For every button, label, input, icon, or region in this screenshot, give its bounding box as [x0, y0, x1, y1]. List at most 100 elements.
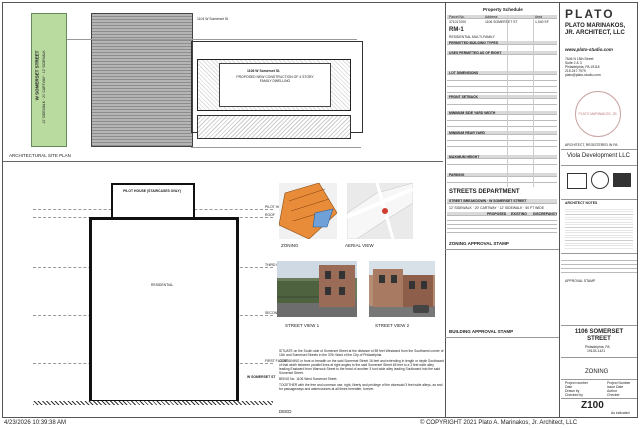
street-col-existing: EXISTING [511, 212, 527, 216]
zoning-map [279, 183, 337, 239]
site-plan: W SOMERSET STREET 12' SIDEWALK · 20' CAR… [7, 11, 405, 153]
partner-seal-icon [591, 171, 609, 189]
firm-address-5: plato@plato-studio.com [565, 73, 601, 77]
divider-building-stamp [445, 337, 559, 338]
section-rear-yard-label: MINIMUM REAR YARD [449, 131, 485, 135]
street-dims: 12' SIDEWALK · 20' CARTWAY · 12' SIDEWAL… [449, 206, 544, 210]
client-name: Viola Development LLC [567, 153, 630, 159]
zoning-desc: RESIDENTIAL MULTI-FAMILY [449, 35, 495, 39]
schedule-row [447, 101, 557, 105]
divider-drawing-schedule [445, 3, 446, 417]
zoning-stamp-label: ZONING APPROVAL STAMP [449, 241, 509, 246]
schedule-row [447, 117, 557, 121]
title-block: PLATO PLATO MARINAKOS, JR. ARCHITECT, LL… [561, 3, 637, 417]
street-view-1-graphic [277, 265, 355, 307]
firm-name: PLATO MARINAKOS, JR. ARCHITECT, LLC [565, 23, 626, 36]
cell-area: 1,040 SF [535, 20, 549, 24]
aerial-map-label: AERIAL VIEW [345, 243, 374, 248]
schedule-row [447, 83, 557, 87]
street-breakdown: STREET BREAKDOWN · W SOMERSET STREET [449, 199, 527, 203]
adjacent-lot [197, 115, 351, 139]
street-view-2-label: STREET VIEW 2 [375, 323, 410, 328]
seal-text: PLATO MARINAKOS, JR. [578, 112, 618, 116]
deed-label: DEED [279, 409, 292, 414]
divider-sheet-title [561, 357, 637, 358]
dim-line-bottom [191, 147, 361, 148]
divider-sheet-number [561, 398, 637, 399]
sidewalk-label: 12' SIDEWALK · 20' CARTWAY · 12' SIDEWAL… [42, 50, 46, 124]
revision-row [561, 269, 637, 273]
level-label-roof: ROOF [265, 213, 275, 217]
lot-mid-label: 1106 W Somerset St. [247, 69, 281, 73]
schedule-row [447, 143, 557, 147]
meta-checked-label: Checked by [565, 393, 583, 397]
legal-para-3: BEING No. 1106 West Somerset Street. [279, 377, 338, 381]
street-row [447, 229, 557, 233]
streets-dept-title: STREETS DEPARTMENT [449, 189, 520, 195]
section-street-label: W SOMERSET ST [247, 375, 276, 379]
street-view-1-photo [277, 261, 357, 317]
section-height-label: MAXIMUM HEIGHT [449, 155, 480, 159]
divider-project [561, 325, 637, 326]
street-view-2-graphic [373, 269, 433, 313]
section-lot-dim-label: LOT DIMENSIONS [449, 71, 479, 75]
schedule-row [447, 77, 557, 81]
divider-logos [561, 165, 637, 166]
firm-logo: PLATO [565, 7, 615, 21]
section-side-yard-label: MINIMUM SIDE YARD WIDTH [449, 111, 496, 115]
divider-notes [561, 199, 637, 200]
notes-body [565, 207, 633, 249]
pilot-house-label: PILOT HOUSE (STAIRCASES ONLY) [123, 189, 181, 193]
cell-address: 1106 SOMERSET ST [485, 20, 518, 24]
section-uses-label: USES PERMITTED AS OF RIGHT [449, 51, 502, 55]
divider-zoning-stamp [445, 249, 559, 250]
schedule-col-divider [507, 15, 508, 187]
schedule-title: Property Schedule [483, 7, 523, 12]
schedule-row [447, 123, 557, 127]
aerial-map [347, 183, 413, 239]
divider-site-section [3, 161, 443, 162]
partner-badge-icon [613, 173, 631, 187]
schedule-row [447, 89, 557, 93]
divider-meta [561, 379, 637, 380]
legal-para-4: TOGETHER with the free and common use, r… [279, 383, 443, 391]
legal-description: SITUATE on the South side of Somerset St… [279, 349, 445, 391]
schedule-row [447, 137, 557, 141]
cert-text: ARCHITECT, REGISTERED IN PA [565, 143, 618, 147]
col-parcel: Parcel No. [449, 15, 465, 19]
footer-timestamp: 4/23/2026 10:39:38 AM [4, 420, 67, 426]
hatched-lot [91, 13, 193, 147]
approval-stamp-label: APPROVAL STAMP [565, 279, 596, 283]
zoning-map-label: ZONING [281, 243, 299, 248]
divider-titleblock [559, 3, 560, 417]
legal-para-2: CONTAINING in front or breadth on the sa… [279, 359, 444, 375]
lot-top-label: 1104 W Somerset St [197, 17, 229, 21]
divider-client [561, 149, 637, 150]
schedule-col-divider [533, 15, 534, 187]
residential-label: RESIDENTIAL [151, 283, 174, 287]
street-view-1-label: STREET VIEW 1 [285, 323, 320, 328]
section-parking-label: PARKING [449, 173, 465, 177]
street-col-discrepancy: DISCREPANCY [533, 212, 558, 216]
sheet-scale: As indicated [611, 411, 630, 415]
schedule-row [447, 161, 557, 165]
streets-department: STREETS DEPARTMENT STREET BREAKDOWN · W … [447, 189, 557, 239]
project-address: 1106 SOMERSET STREET [574, 329, 624, 342]
aerial-map-graphic [347, 183, 413, 239]
schedule-row [447, 179, 557, 183]
architect-seal: PLATO MARINAKOS, JR. [575, 91, 621, 137]
partner-logo-icon [567, 173, 587, 189]
drawing-sheet: W SOMERSET STREET 12' SIDEWALK · 20' CAR… [2, 2, 638, 418]
col-area: Area [535, 15, 543, 19]
zoning-map-graphic [279, 183, 337, 239]
project-zip: 19133-1421 [587, 349, 606, 353]
building-section: PILOT HOUSE ROOF THIRD FLOOR SECOND FLOO… [33, 165, 292, 415]
sheet-number: Z100 [581, 400, 604, 411]
meta-checked-value: Checker [607, 393, 620, 397]
section-building-types-label: PERMITTED BUILDING TYPES [449, 41, 498, 45]
divider-revisions [561, 253, 637, 254]
site-plan-label: ARCHITECTURAL SITE PLAN [9, 153, 71, 158]
building-stamp-label: BUILDING APPROVAL STAMP [449, 329, 514, 334]
legal-para-1: SITUATE on the South side of Somerset St… [279, 349, 444, 357]
sheet-title: ZONING [585, 369, 609, 375]
